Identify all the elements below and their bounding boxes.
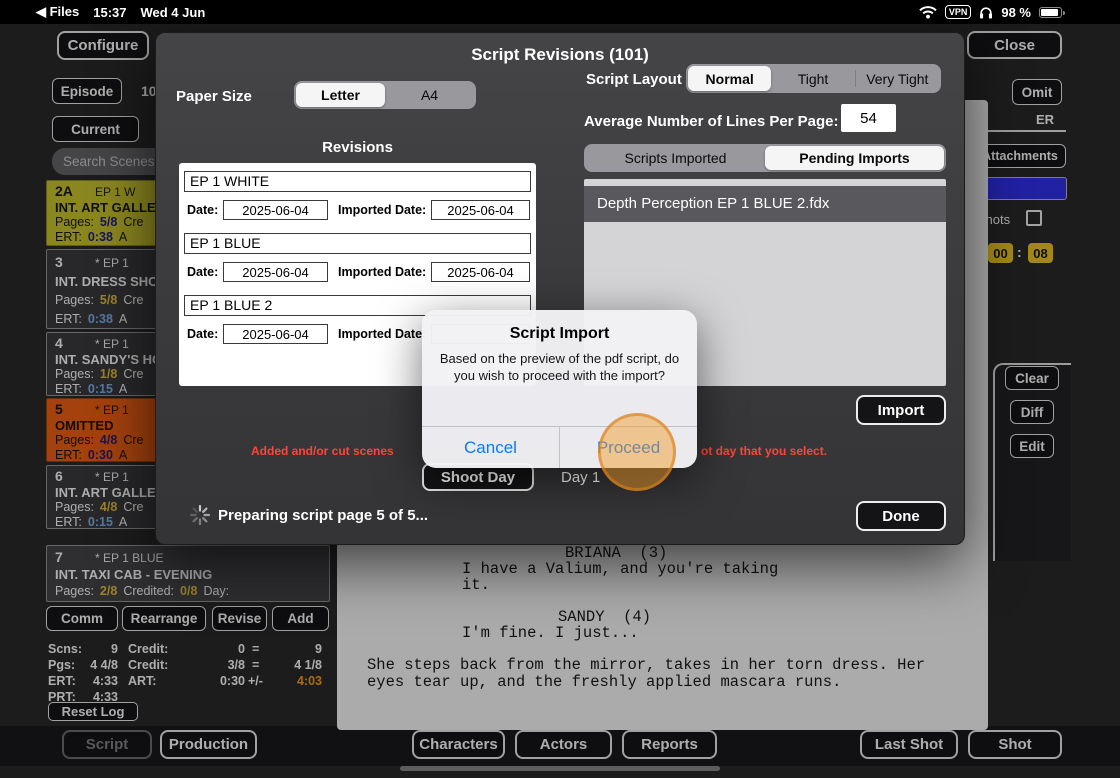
layout-tight-option[interactable]: Tight xyxy=(771,66,854,91)
avg-lines-input[interactable]: 54 xyxy=(841,104,896,132)
tab-pending-imports[interactable]: Pending Imports xyxy=(765,146,944,170)
script-layout-label: Script Layout xyxy=(586,71,682,88)
layout-very-tight-option[interactable]: Very Tight xyxy=(856,66,939,91)
date-field[interactable]: 2025-06-04 xyxy=(223,200,328,220)
date-field[interactable]: 2025-06-04 xyxy=(223,262,328,282)
imported-date-field[interactable]: 2025-06-04 xyxy=(431,262,530,282)
alert-title: Script Import xyxy=(509,325,610,342)
progress-spinner xyxy=(189,504,211,526)
status-time: 15:37 xyxy=(93,4,127,20)
imports-tabs: Scripts Imported Pending Imports xyxy=(584,144,946,172)
paper-size-letter-option[interactable]: Letter xyxy=(296,83,385,107)
script-revisions-dialog: Script Revisions (101) Paper Size Letter… xyxy=(155,32,965,545)
import-button[interactable]: Import xyxy=(856,395,946,425)
revision-name-field[interactable]: EP 1 BLUE xyxy=(184,233,531,254)
warning-text-right: ot day that you select. xyxy=(701,444,828,458)
paper-size-segmented-control: Letter A4 xyxy=(294,81,476,109)
done-button[interactable]: Done xyxy=(856,501,946,531)
status-date: Wed 4 Jun xyxy=(140,4,206,20)
progress-text: Preparing script page 5 of 5... xyxy=(218,507,429,524)
imported-date-label: Imported Date: xyxy=(338,327,427,341)
wifi-icon xyxy=(919,5,937,18)
dialog-title: Script Revisions (101) xyxy=(471,45,649,64)
cancel-button[interactable]: Cancel xyxy=(422,427,559,468)
date-label: Date: xyxy=(187,265,219,279)
battery-icon xyxy=(1039,6,1065,18)
pending-import-item[interactable]: Depth Perception EP 1 BLUE 2.fdx xyxy=(584,186,946,222)
vpn-badge: VPN xyxy=(944,5,972,19)
headphones-icon xyxy=(980,6,993,18)
touch-indicator xyxy=(598,413,676,491)
avg-lines-label: Average Number of Lines Per Page: xyxy=(584,113,839,130)
date-label: Date: xyxy=(187,203,219,217)
shoot-day-value: Day 1 xyxy=(561,469,601,486)
paper-size-a4-option[interactable]: A4 xyxy=(385,83,474,107)
tab-scripts-imported[interactable]: Scripts Imported xyxy=(586,146,765,170)
battery-percent: 98 % xyxy=(1001,4,1031,20)
screen: ◀ Files 15:37 Wed 4 Jun VPN 98 % Configu… xyxy=(0,0,1120,778)
warning-text-left: Added and/or cut scenes xyxy=(251,444,394,458)
revisions-header: Revisions xyxy=(322,139,393,156)
imported-date-label: Imported Date: xyxy=(338,265,427,279)
date-label: Date: xyxy=(187,327,219,341)
paper-size-label: Paper Size xyxy=(176,88,252,105)
alert-message: Based on the preview of the pdf script, … xyxy=(439,351,680,383)
script-layout-segmented-control: Normal Tight Very Tight xyxy=(686,64,941,93)
status-bar: ◀ Files 15:37 Wed 4 Jun VPN 98 % xyxy=(0,0,1120,24)
imported-date-field[interactable]: 2025-06-04 xyxy=(431,200,530,220)
date-field[interactable]: 2025-06-04 xyxy=(223,324,328,344)
back-to-files-button[interactable]: ◀ Files xyxy=(36,4,79,20)
imported-date-label: Imported Date: xyxy=(338,203,427,217)
revision-name-field[interactable]: EP 1 WHITE xyxy=(184,171,531,192)
layout-normal-option[interactable]: Normal xyxy=(688,66,772,91)
